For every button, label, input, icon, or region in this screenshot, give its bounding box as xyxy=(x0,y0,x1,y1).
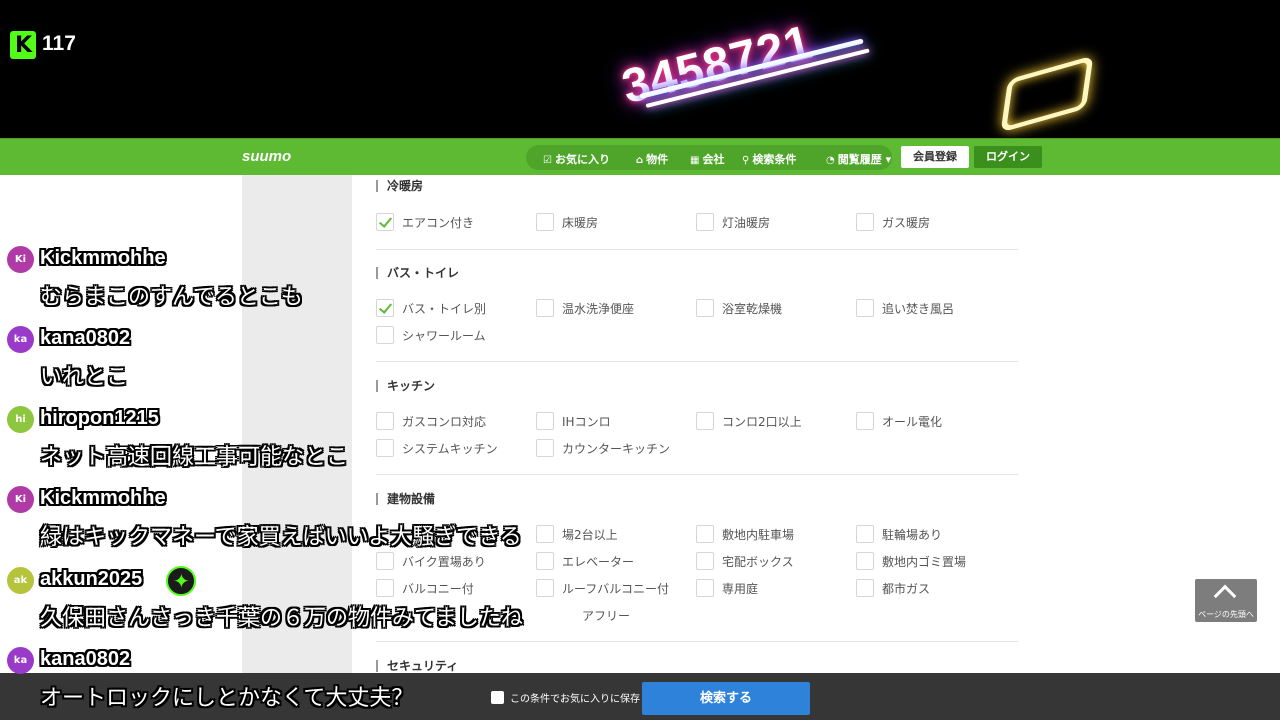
section-title: バス・トイレ xyxy=(376,267,459,279)
checkbox[interactable] xyxy=(696,525,714,543)
chat-message: オートロックにしとかなくて大丈夫？ xyxy=(40,686,414,711)
avatar: hi xyxy=(7,406,34,433)
nav-favorites[interactable]: ☑ お気に入り xyxy=(543,151,610,167)
avatar: Ki xyxy=(7,486,34,513)
header-nav: ☑ お気に入り ⌂ 物件 ▦ 会社 ⚲ 検索条件 ◔ 閲覧履歴 ▾ xyxy=(526,145,892,170)
checkbox[interactable] xyxy=(376,579,394,597)
chat-message: ネット高速回線工事可能なとこ xyxy=(40,445,349,470)
save-favorite-checkbox[interactable] xyxy=(491,691,504,704)
checkbox[interactable] xyxy=(376,213,394,231)
checkbox[interactable] xyxy=(696,552,714,570)
login-button[interactable]: ログイン xyxy=(974,146,1042,168)
divider xyxy=(376,361,1018,362)
section-title: 冷暖房 xyxy=(376,180,423,192)
checkbox[interactable] xyxy=(536,412,554,430)
chat-username: hiropon1215 xyxy=(40,407,159,429)
kick-logo: K xyxy=(10,31,36,59)
chevron-up-icon xyxy=(1213,584,1237,608)
back-to-top-button[interactable]: ページの先頭へ xyxy=(1195,579,1257,622)
avatar: ak xyxy=(7,567,34,594)
nav-search-conditions[interactable]: ⚲ 検索条件 xyxy=(742,151,796,167)
checkbox[interactable] xyxy=(856,552,874,570)
checkbox[interactable] xyxy=(536,525,554,543)
checkbox[interactable] xyxy=(376,412,394,430)
avatar: ka xyxy=(7,647,34,674)
checkbox[interactable] xyxy=(536,213,554,231)
checkbox[interactable] xyxy=(696,299,714,317)
suumo-logo[interactable]: suumo xyxy=(242,148,291,165)
suumo-page: suumo ☑ お気に入り ⌂ 物件 ▦ 会社 ⚲ 検索条件 ◔ 閲覧履歴 ▾ 会員登録 … xyxy=(0,138,1280,678)
divider xyxy=(376,249,1018,250)
checkbox[interactable] xyxy=(536,439,554,457)
home-icon: ⌂ xyxy=(636,155,644,166)
chat-message: むらまこのすんでるとこも xyxy=(40,285,303,310)
clock-icon: ◔ xyxy=(826,155,835,166)
checkbox[interactable] xyxy=(376,299,394,317)
section-title: 建物設備 xyxy=(376,493,435,505)
neon-arrow-icon xyxy=(1000,55,1094,133)
search-button[interactable]: 検索する xyxy=(642,682,810,715)
section-title: キッチン xyxy=(376,380,435,392)
checkbox[interactable] xyxy=(536,552,554,570)
chat-username: akkun2025 xyxy=(40,568,143,590)
avatar: ka xyxy=(7,326,34,353)
search-icon: ⚲ xyxy=(742,155,750,166)
stream-frame: K 117 3458721 suumo ☑ お気に入り ⌂ 物件 ▦ 会社 ⚲ 検索条件… xyxy=(0,0,1280,720)
chat-message: 緑はキックマネーで家買えばいいよ大騒ぎできる xyxy=(40,525,522,550)
chat-username: kana0802 xyxy=(40,648,131,670)
checkbox[interactable] xyxy=(376,552,394,570)
neon-sign-number: 3458721 xyxy=(616,15,818,115)
nav-companies[interactable]: ▦ 会社 xyxy=(690,151,724,167)
checkbox[interactable] xyxy=(696,579,714,597)
checkbox[interactable] xyxy=(696,412,714,430)
save-favorite-label: この条件でお気に入りに保存 xyxy=(510,694,640,705)
checkbox[interactable] xyxy=(536,299,554,317)
site-header: suumo ☑ お気に入り ⌂ 物件 ▦ 会社 ⚲ 検索条件 ◔ 閲覧履歴 ▾ 会員登録 … xyxy=(0,138,1280,175)
checkbox[interactable] xyxy=(856,213,874,231)
avatar: Ki xyxy=(7,246,34,273)
building-icon: ▦ xyxy=(690,155,700,166)
subscriber-badge-icon xyxy=(166,566,196,596)
chat-username: kana0802 xyxy=(40,327,131,349)
checkbox[interactable] xyxy=(856,412,874,430)
chat-message: 久保田さんさっき千葉の６万の物件みてましたね xyxy=(40,606,523,631)
checkbox[interactable] xyxy=(696,213,714,231)
divider xyxy=(376,641,1018,642)
register-button[interactable]: 会員登録 xyxy=(901,146,969,168)
viewer-count: 117 xyxy=(42,32,76,55)
stream-top-band: K 117 3458721 xyxy=(0,0,1280,138)
checkbox[interactable] xyxy=(376,326,394,344)
checkbox[interactable] xyxy=(376,439,394,457)
heart-icon: ☑ xyxy=(543,155,552,166)
checkbox[interactable] xyxy=(856,525,874,543)
chat-username: Kickmmohhe xyxy=(40,487,166,509)
checkbox[interactable] xyxy=(856,299,874,317)
chat-message: いれとこ xyxy=(40,365,129,390)
nav-history[interactable]: ◔ 閲覧履歴 ▾ xyxy=(826,151,891,167)
nav-properties[interactable]: ⌂ 物件 xyxy=(636,151,668,167)
section-title: セキュリティ xyxy=(376,660,458,672)
checkbox[interactable] xyxy=(536,579,554,597)
divider xyxy=(376,474,1018,475)
chat-username: Kickmmohhe xyxy=(40,247,166,269)
checkbox[interactable] xyxy=(856,579,874,597)
